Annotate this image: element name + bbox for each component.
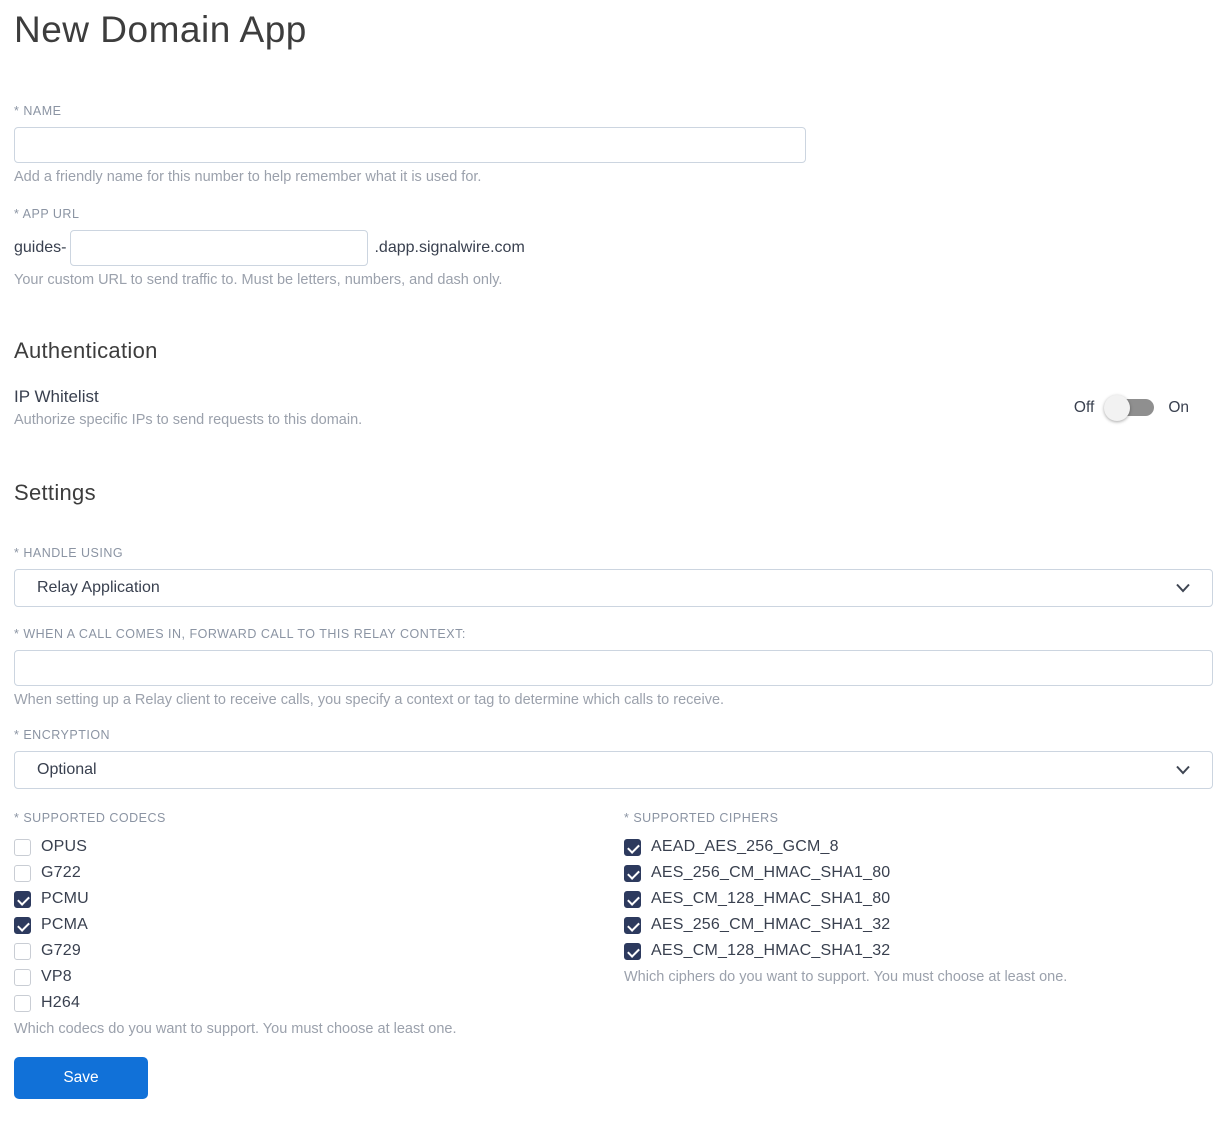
app-url-row: guides- .dapp.signalwire.com — [14, 230, 1213, 267]
supported-codecs-group: * SUPPORTED CODECS OPUS G722 PCMU PCMA G… — [14, 811, 624, 1037]
codec-checkbox-vp8[interactable]: VP8 — [14, 964, 624, 990]
app-url-input[interactable] — [70, 230, 369, 267]
name-label: * NAME — [14, 104, 62, 119]
codec-label: VP8 — [41, 968, 72, 986]
authentication-section: Authentication IP Whitelist Authorize sp… — [14, 338, 1213, 428]
page-title: New Domain App — [14, 9, 307, 50]
cipher-label: AES_CM_128_HMAC_SHA1_80 — [651, 890, 891, 908]
ciphers-list: AEAD_AES_256_GCM_8 AES_256_CM_HMAC_SHA1_… — [624, 834, 1213, 964]
relay-context-helper: When setting up a Relay client to receiv… — [14, 692, 725, 709]
handle-using-value: Relay Application — [37, 579, 160, 597]
codecs-helper: Which codecs do you want to support. You… — [14, 1021, 457, 1038]
cipher-checkbox-aes-256-cm-hmac-sha1-32[interactable]: AES_256_CM_HMAC_SHA1_32 — [624, 912, 1213, 938]
encryption-select[interactable]: Optional — [14, 751, 1213, 790]
cipher-label: AEAD_AES_256_GCM_8 — [651, 838, 839, 856]
codec-label: PCMU — [41, 890, 89, 908]
cipher-checkbox-aead-aes-256-gcm-8[interactable]: AEAD_AES_256_GCM_8 — [624, 834, 1213, 860]
checkbox-icon[interactable] — [624, 942, 641, 960]
settings-heading: Settings — [14, 480, 96, 506]
encryption-label: * ENCRYPTION — [14, 728, 111, 743]
codec-label: G722 — [41, 864, 81, 882]
checkbox-icon[interactable] — [624, 916, 641, 934]
app-url-label: * APP URL — [14, 207, 80, 222]
ip-whitelist-toggle[interactable] — [1104, 394, 1155, 421]
codec-checkbox-pcma[interactable]: PCMA — [14, 912, 624, 938]
name-helper: Add a friendly name for this number to h… — [14, 169, 482, 186]
codec-checkbox-g729[interactable]: G729 — [14, 938, 624, 964]
app-url-suffix: .dapp.signalwire.com — [374, 239, 525, 257]
chevron-down-icon — [1176, 584, 1190, 593]
ip-whitelist-helper: Authorize specific IPs to send requests … — [14, 412, 363, 429]
codec-checkbox-opus[interactable]: OPUS — [14, 834, 624, 860]
ip-whitelist-row: IP Whitelist Authorize specific IPs to s… — [14, 387, 1213, 428]
codec-checkbox-pcmu[interactable]: PCMU — [14, 886, 624, 912]
codec-checkbox-h264[interactable]: H264 — [14, 990, 624, 1016]
cipher-label: AES_256_CM_HMAC_SHA1_32 — [651, 916, 891, 934]
settings-section: Settings * HANDLE USING Relay Applicatio… — [14, 480, 1213, 1100]
codec-label: OPUS — [41, 838, 88, 856]
codec-cipher-columns: * SUPPORTED CODECS OPUS G722 PCMU PCMA G… — [14, 811, 1213, 1037]
cipher-label: AES_CM_128_HMAC_SHA1_32 — [651, 942, 891, 960]
ip-whitelist-toggle-group: Off On — [1073, 394, 1213, 421]
checkbox-icon[interactable] — [14, 968, 31, 986]
app-url-field-group: * APP URL guides- .dapp.signalwire.com Y… — [14, 207, 1213, 288]
toggle-knob — [1104, 394, 1131, 421]
supported-codecs-label: * SUPPORTED CODECS — [14, 811, 166, 826]
handle-using-field-group: * HANDLE USING Relay Application — [14, 546, 1213, 608]
cipher-checkbox-aes-cm-128-hmac-sha1-32[interactable]: AES_CM_128_HMAC_SHA1_32 — [624, 938, 1213, 964]
toggle-off-label: Off — [1073, 398, 1095, 416]
encryption-field-group: * ENCRYPTION Optional — [14, 728, 1213, 790]
new-domain-app-page: New Domain App * NAME Add a friendly nam… — [0, 0, 1230, 1100]
name-input[interactable] — [14, 127, 806, 164]
checkbox-icon[interactable] — [14, 916, 31, 934]
checkbox-icon[interactable] — [14, 994, 31, 1012]
authentication-heading: Authentication — [14, 338, 158, 364]
codec-checkbox-g722[interactable]: G722 — [14, 860, 624, 886]
cipher-label: AES_256_CM_HMAC_SHA1_80 — [651, 864, 891, 882]
app-url-prefix: guides- — [14, 239, 67, 257]
codec-label: G729 — [41, 942, 81, 960]
ip-whitelist-text: IP Whitelist Authorize specific IPs to s… — [14, 387, 362, 428]
checkbox-icon[interactable] — [14, 942, 31, 960]
codec-label: PCMA — [41, 916, 89, 934]
cipher-checkbox-aes-cm-128-hmac-sha1-80[interactable]: AES_CM_128_HMAC_SHA1_80 — [624, 886, 1213, 912]
name-field-group: * NAME Add a friendly name for this numb… — [14, 104, 1213, 185]
checkbox-icon[interactable] — [624, 838, 641, 856]
checkbox-icon[interactable] — [14, 864, 31, 882]
supported-ciphers-label: * SUPPORTED CIPHERS — [624, 811, 779, 826]
codecs-list: OPUS G722 PCMU PCMA G729 VP8 H264 — [14, 834, 624, 1016]
checkbox-icon[interactable] — [14, 838, 31, 856]
handle-using-select[interactable]: Relay Application — [14, 569, 1213, 608]
ciphers-helper: Which ciphers do you want to support. Yo… — [624, 969, 1068, 986]
save-button[interactable]: Save — [14, 1057, 148, 1100]
codec-label: H264 — [41, 994, 81, 1012]
encryption-value: Optional — [37, 761, 97, 779]
relay-context-label: * WHEN A CALL COMES IN, FORWARD CALL TO … — [14, 627, 466, 642]
app-url-helper: Your custom URL to send traffic to. Must… — [14, 272, 503, 289]
handle-using-label: * HANDLE USING — [14, 546, 124, 561]
checkbox-icon[interactable] — [624, 864, 641, 882]
ip-whitelist-label: IP Whitelist — [14, 387, 99, 407]
chevron-down-icon — [1176, 766, 1190, 775]
checkbox-icon[interactable] — [14, 890, 31, 908]
toggle-on-label: On — [1168, 398, 1189, 416]
supported-ciphers-group: * SUPPORTED CIPHERS AEAD_AES_256_GCM_8 A… — [624, 811, 1213, 1037]
relay-context-input[interactable] — [14, 650, 1213, 687]
relay-context-field-group: * WHEN A CALL COMES IN, FORWARD CALL TO … — [14, 627, 1213, 708]
checkbox-icon[interactable] — [624, 890, 641, 908]
cipher-checkbox-aes-256-cm-hmac-sha1-80[interactable]: AES_256_CM_HMAC_SHA1_80 — [624, 860, 1213, 886]
